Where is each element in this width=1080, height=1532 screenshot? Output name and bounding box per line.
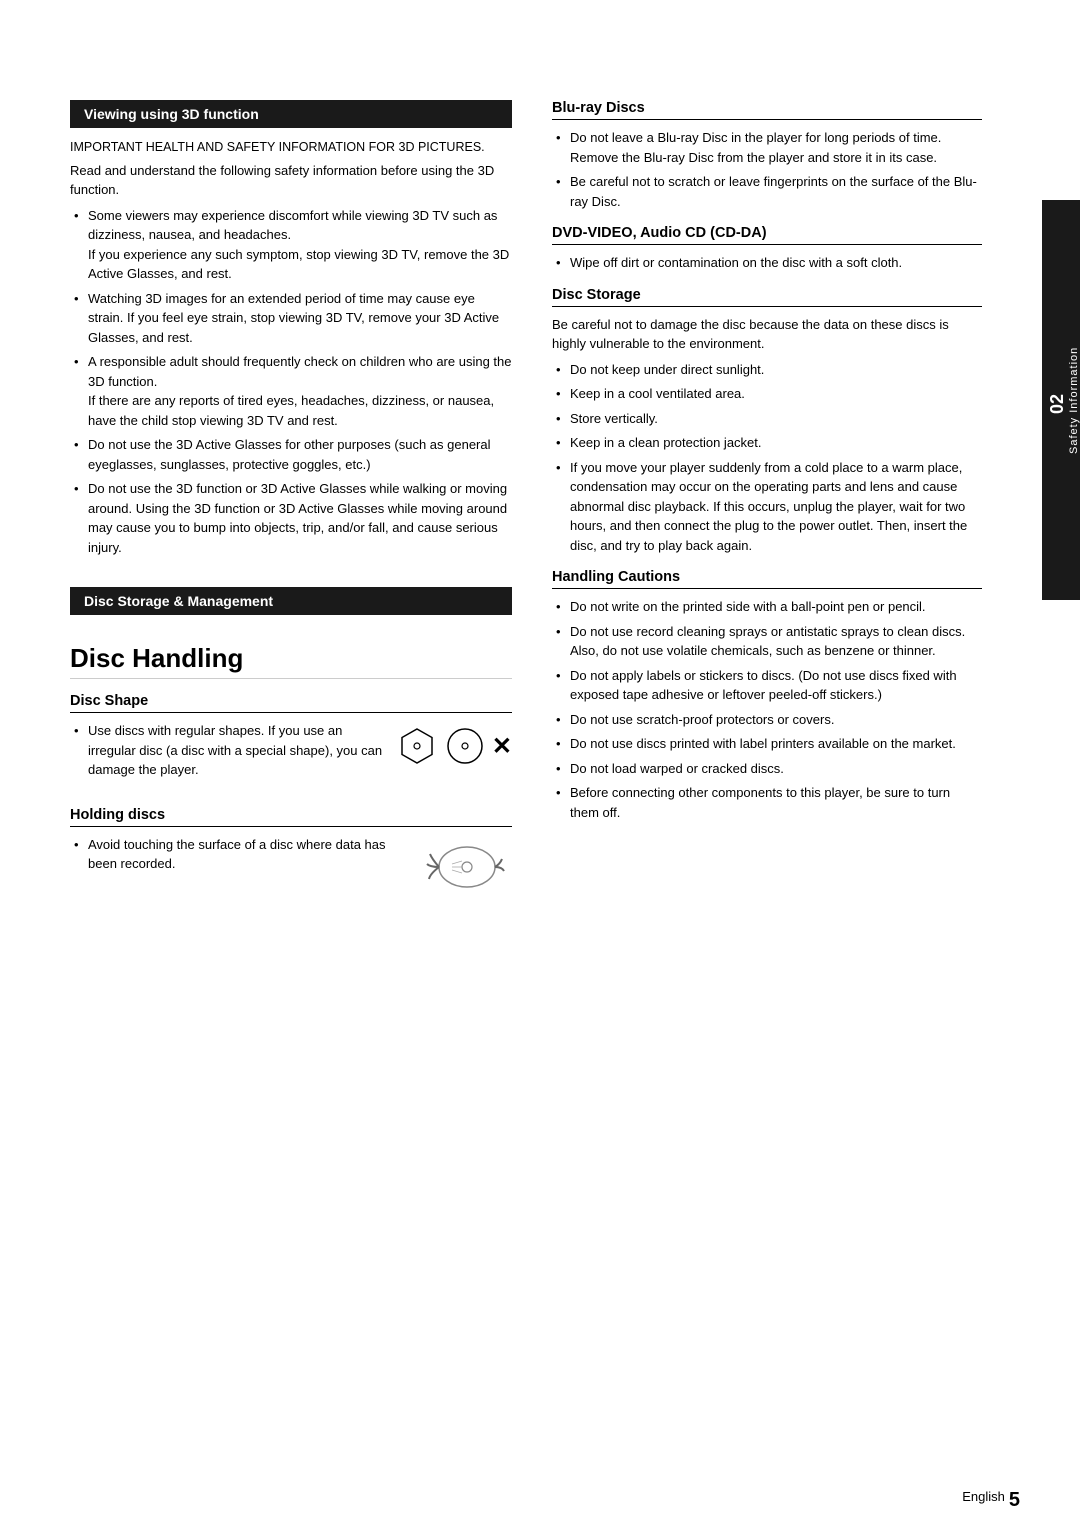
regular-disc-icon — [396, 725, 438, 767]
dvd-header: DVD-VIDEO, Audio CD (CD-DA) — [552, 225, 982, 245]
list-item: Wipe off dirt or contamination on the di… — [552, 253, 982, 273]
circular-disc-icon — [444, 725, 486, 767]
list-item: Some viewers may experience discomfort w… — [70, 206, 512, 284]
disc-shape-row: Use discs with regular shapes. If you us… — [70, 721, 512, 793]
section1-bullets: Some viewers may experience discomfort w… — [70, 206, 512, 558]
list-item: Do not write on the printed side with a … — [552, 597, 982, 617]
dvd-bullets: Wipe off dirt or contamination on the di… — [552, 253, 982, 273]
list-item: Be careful not to scratch or leave finge… — [552, 172, 982, 211]
disc-storage-bullets: Do not keep under direct sunlight. Keep … — [552, 360, 982, 556]
section1-header: Viewing using 3D function — [70, 100, 512, 128]
side-tab-number: 02 — [1047, 394, 1068, 414]
disc-icons: ✕ — [396, 725, 512, 767]
x-mark-icon: ✕ — [492, 732, 512, 761]
list-item: Do not leave a Blu-ray Disc in the playe… — [552, 128, 982, 167]
section1-intro-uppercase: IMPORTANT HEALTH AND SAFETY INFORMATION … — [70, 138, 512, 157]
list-item: Store vertically. — [552, 409, 982, 429]
disc-storage-intro: Be careful not to damage the disc becaus… — [552, 315, 982, 354]
list-item: A responsible adult should frequently ch… — [70, 352, 512, 430]
handling-cautions-bullets: Do not write on the printed side with a … — [552, 597, 982, 822]
disc-shape-bullets: Use discs with regular shapes. If you us… — [70, 721, 386, 785]
disc-handling-title: Disc Handling — [70, 643, 512, 679]
right-column: Blu-ray Discs Do not leave a Blu-ray Dis… — [552, 100, 982, 899]
list-item: Do not load warped or cracked discs. — [552, 759, 982, 779]
list-item: Avoid touching the surface of a disc whe… — [70, 835, 402, 874]
list-item: Do not keep under direct sunlight. — [552, 360, 982, 380]
holding-discs-row: Avoid touching the surface of a disc whe… — [70, 835, 512, 899]
bluray-bullets: Do not leave a Blu-ray Disc in the playe… — [552, 128, 982, 211]
list-item: Use discs with regular shapes. If you us… — [70, 721, 386, 780]
holding-discs-bullets: Avoid touching the surface of a disc whe… — [70, 835, 402, 879]
list-item: Do not use the 3D function or 3D Active … — [70, 479, 512, 557]
list-item: Keep in a clean protection jacket. — [552, 433, 982, 453]
disc-storage-header: Disc Storage — [552, 287, 982, 307]
list-item: Do not use record cleaning sprays or ant… — [552, 622, 982, 661]
bluray-header: Blu-ray Discs — [552, 100, 982, 120]
list-item: Do not use scratch-proof protectors or c… — [552, 710, 982, 730]
list-item: Keep in a cool ventilated area. — [552, 384, 982, 404]
language-label: English — [962, 1489, 1005, 1512]
holding-discs-illustration — [412, 839, 512, 899]
list-item: If you move your player suddenly from a … — [552, 458, 982, 556]
handling-cautions-header: Handling Cautions — [552, 569, 982, 589]
list-item: Watching 3D images for an extended perio… — [70, 289, 512, 348]
left-column: Viewing using 3D function IMPORTANT HEAL… — [70, 100, 512, 899]
side-tab: 02 Safety Information — [1042, 200, 1080, 600]
page-number: 5 — [1009, 1489, 1020, 1512]
list-item: Before connecting other components to th… — [552, 783, 982, 822]
section2-header: Disc Storage & Management — [70, 587, 512, 615]
list-item: Do not apply labels or stickers to discs… — [552, 666, 982, 705]
list-item: Do not use the 3D Active Glasses for oth… — [70, 435, 512, 474]
page: 02 Safety Information Viewing using 3D f… — [0, 0, 1080, 1532]
disc-shape-header: Disc Shape — [70, 693, 512, 713]
bottom-bar: English 5 — [0, 1489, 1080, 1512]
holding-discs-header: Holding discs — [70, 807, 512, 827]
main-content: Viewing using 3D function IMPORTANT HEAL… — [0, 60, 1042, 1492]
list-item: Do not use discs printed with label prin… — [552, 734, 982, 754]
section1-intro-body: Read and understand the following safety… — [70, 161, 512, 200]
two-col-layout: Viewing using 3D function IMPORTANT HEAL… — [70, 100, 982, 899]
side-tab-label: Safety Information — [1068, 346, 1080, 453]
